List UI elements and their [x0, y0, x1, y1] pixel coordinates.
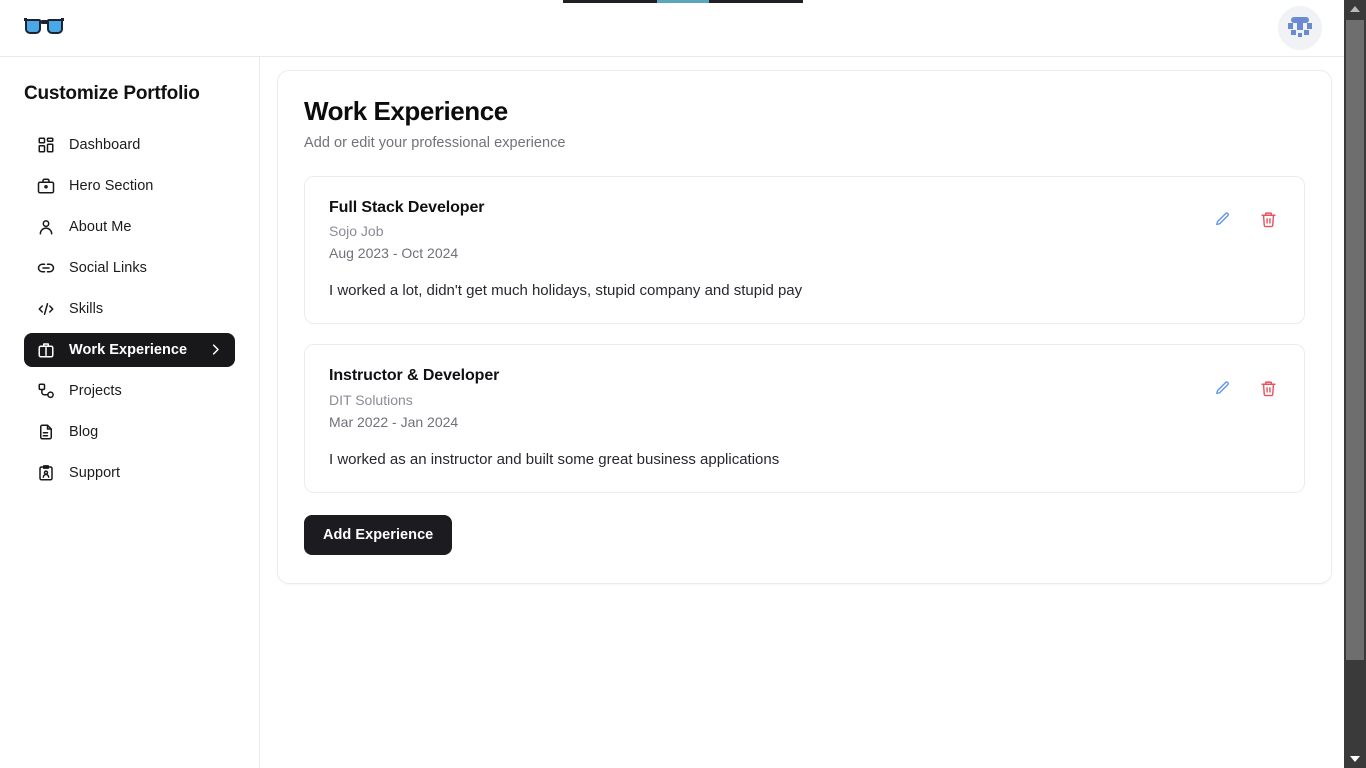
experience-card-actions [1212, 378, 1278, 398]
experience-dates: Mar 2022 - Jan 2024 [329, 413, 459, 430]
trash-delete-icon[interactable] [1258, 210, 1278, 230]
sidebar-item-label: Projects [69, 382, 122, 399]
sidebar-item-support[interactable]: Support [24, 456, 235, 490]
sunglasses-logo-icon[interactable] [24, 15, 64, 41]
work-experience-panel: Work Experience Add or edit your profess… [277, 70, 1332, 584]
sidebar-item-label: Hero Section [69, 177, 154, 194]
add-experience-button[interactable]: Add Experience [304, 514, 453, 555]
logo-lens-right [47, 19, 63, 34]
app-window: Customize Portfolio Dashboard Hero Secti… [0, 0, 1344, 768]
sidebar-item-label: Social Links [69, 259, 147, 276]
sidebar-item-about-me[interactable]: About Me [24, 210, 235, 244]
link-icon [36, 258, 55, 277]
code-brackets-icon [36, 299, 55, 318]
sidebar-nav-list: Dashboard Hero Section About Me Social L… [24, 128, 235, 490]
sidebar-item-blog[interactable]: Blog [24, 415, 235, 449]
briefcase-icon [36, 176, 55, 195]
sidebar-item-label: Dashboard [69, 136, 141, 153]
sidebar-item-label: Skills [69, 300, 104, 317]
scrollbar-thumb[interactable] [1346, 20, 1364, 660]
user-icon [36, 217, 55, 236]
user-avatar-identicon[interactable] [1278, 6, 1322, 50]
workflow-nodes-icon [36, 381, 55, 400]
scroll-down-arrow-icon[interactable] [1344, 750, 1366, 768]
contact-card-icon [36, 463, 55, 482]
main-content: Work Experience Add or edit your profess… [260, 57, 1344, 768]
sidebar-item-label: Blog [69, 423, 99, 440]
experience-dates: Aug 2023 - Oct 2024 [329, 245, 459, 262]
experience-card-actions [1212, 210, 1278, 230]
chevron-right-icon [208, 342, 223, 357]
experience-company: Sojo Job [329, 223, 384, 240]
page-subtitle: Add or edit your professional experience [304, 134, 566, 151]
sidebar-item-dashboard[interactable]: Dashboard [24, 128, 235, 162]
sidebar-item-work-experience[interactable]: Work Experience [24, 332, 235, 367]
sidebar-item-skills[interactable]: Skills [24, 292, 235, 326]
logo-lens-left [25, 19, 41, 34]
scroll-up-arrow-icon[interactable] [1344, 0, 1366, 18]
sidebar-item-label: Support [69, 464, 121, 481]
suitcase-icon [36, 340, 55, 359]
sidebar-title: Customize Portfolio [24, 83, 200, 104]
experience-card: Full Stack Developer Sojo Job Aug 2023 -… [304, 175, 1305, 325]
sidebar-item-hero-section[interactable]: Hero Section [24, 169, 235, 203]
sidebar: Customize Portfolio Dashboard Hero Secti… [0, 57, 260, 768]
sidebar-item-label: About Me [69, 218, 132, 235]
pencil-edit-icon[interactable] [1212, 210, 1232, 230]
document-text-icon [36, 422, 55, 441]
vertical-scrollbar[interactable] [1344, 0, 1366, 768]
experience-role: Instructor & Developer [329, 367, 500, 385]
grid-dashboard-icon [36, 135, 55, 154]
experience-role: Full Stack Developer [329, 198, 485, 216]
experience-description: I worked as an instructor and built some… [329, 450, 780, 468]
sidebar-item-social-links[interactable]: Social Links [24, 251, 235, 285]
experience-company: DIT Solutions [329, 391, 413, 408]
experience-description: I worked a lot, didn't get much holidays… [329, 282, 803, 300]
sidebar-item-projects[interactable]: Projects [24, 374, 235, 408]
page-title: Work Experience [304, 96, 508, 126]
experience-card: Instructor & Developer DIT Solutions Mar… [304, 344, 1305, 493]
pencil-edit-icon[interactable] [1212, 378, 1232, 398]
top-header-bar [0, 0, 1344, 57]
sidebar-item-label: Work Experience [69, 341, 188, 358]
trash-delete-icon[interactable] [1258, 378, 1278, 398]
